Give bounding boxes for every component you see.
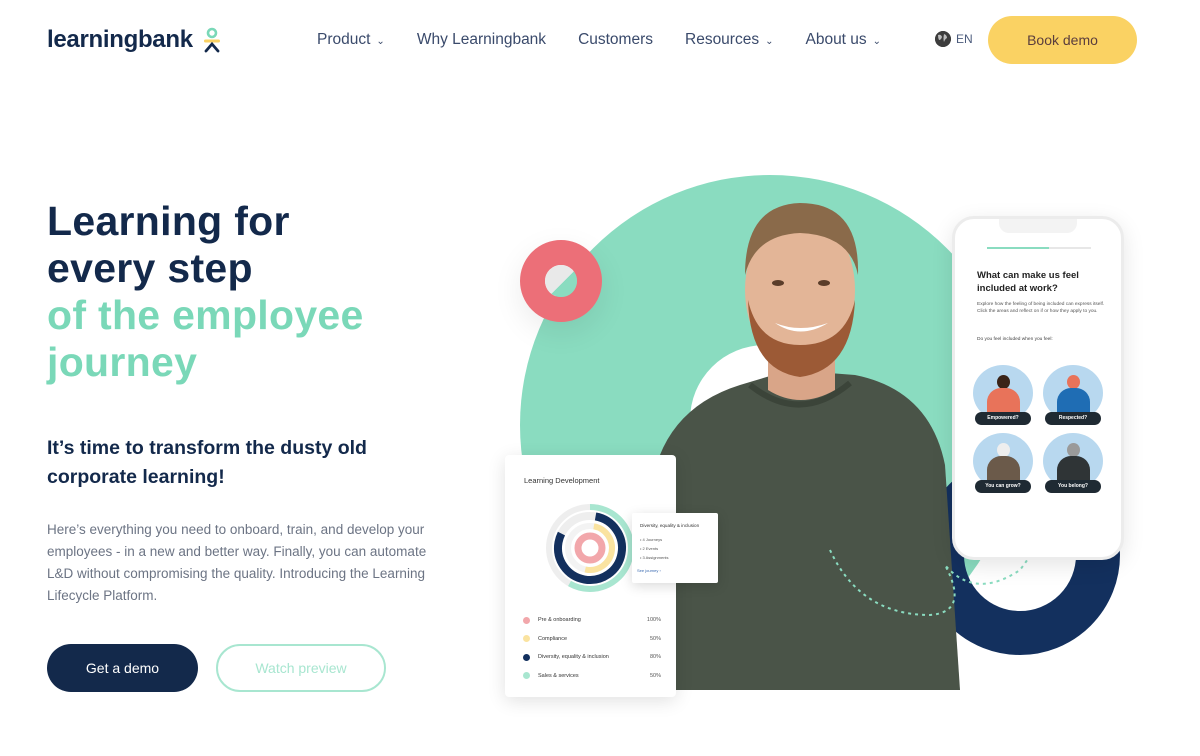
chart-legend: Pre & onboarding 100% Compliance 50% Div…: [523, 611, 661, 685]
globe-icon: [935, 31, 951, 47]
book-demo-button[interactable]: Book demo: [988, 16, 1137, 64]
hero-title-line-3: of the employee: [47, 292, 364, 338]
legend-label: Diversity, equality & inclusion: [538, 654, 609, 661]
tooltip-item: • 2 Events: [640, 546, 659, 551]
language-label: EN: [956, 32, 973, 46]
phone-description: Explore how the feeling of being include…: [977, 302, 1105, 314]
legend-dot: [523, 635, 530, 643]
chevron-down-icon: ⌄: [872, 35, 882, 47]
legend-row: Sales & services 50%: [523, 667, 661, 686]
tooltip-item: • 4 Journeys: [640, 537, 663, 542]
hero-subtitle: It’s time to transform the dusty old cor…: [47, 437, 367, 488]
phone-notch: [999, 219, 1077, 233]
hero-title-line-4: journey: [47, 339, 198, 385]
progress-donut-chart: [546, 504, 634, 592]
legend-row: Compliance 50%: [523, 630, 661, 649]
phone-progress-fill: [987, 247, 1050, 249]
chart-tooltip: Diversity, equality & inclusion • 4 Jour…: [632, 513, 718, 583]
hero-title-line-1: Learning for: [47, 198, 290, 244]
option-label: You belong?: [1045, 480, 1101, 493]
legend-label: Pre & onboarding: [538, 617, 581, 624]
card-title: Learning Development: [524, 476, 600, 485]
get-a-demo-button[interactable]: Get a demo: [47, 644, 198, 692]
option-label: Respected?: [1045, 412, 1101, 425]
nav-why-label: Why Learningbank: [416, 31, 547, 48]
logo-text: learningbank: [47, 26, 193, 53]
see-journey-link[interactable]: See journey ›: [637, 568, 661, 573]
nav-product[interactable]: Product ⌄: [317, 31, 385, 49]
chevron-down-icon: ⌄: [376, 35, 385, 47]
option-respected[interactable]: Respected?: [1043, 365, 1103, 437]
coral-ring-center: [545, 265, 577, 297]
option-empowered[interactable]: Empowered?: [973, 365, 1033, 437]
nav-about-label: About us: [805, 31, 867, 48]
tooltip-item: • 3 Assignments: [640, 555, 669, 560]
option-you-belong[interactable]: You belong?: [1043, 433, 1103, 505]
legend-dot: [523, 653, 530, 661]
legend-value: 80%: [649, 654, 661, 661]
legend-value: 50%: [649, 635, 661, 642]
nav-why-learningbank[interactable]: Why Learningbank: [417, 31, 546, 49]
option-label: You can grow?: [975, 480, 1031, 493]
option-label: Empowered?: [975, 412, 1031, 425]
watch-preview-button[interactable]: Watch preview: [216, 644, 386, 692]
site-header: learningbank Product ⌄ Why Learningbank …: [0, 0, 1200, 80]
nav-customers[interactable]: Customers: [578, 31, 653, 49]
legend-dot: [523, 616, 530, 624]
main-nav: Product ⌄ Why Learningbank Customers Res…: [317, 31, 881, 49]
hero-title-line-2: every step: [47, 245, 253, 291]
nav-resources-label: Resources: [685, 31, 760, 48]
option-you-can-grow[interactable]: You can grow?: [973, 433, 1033, 505]
hero-title: Learning for every step of the employee …: [47, 198, 364, 386]
legend-row: Pre & onboarding 100%: [523, 611, 661, 630]
legend-label: Compliance: [538, 635, 568, 642]
legend-dot: [523, 672, 530, 680]
hero-description: Here’s everything you need to onboard, t…: [47, 522, 427, 603]
language-selector[interactable]: EN: [935, 31, 973, 47]
nav-customers-label: Customers: [578, 31, 653, 48]
tooltip-title: Diversity, equality & inclusion: [640, 523, 700, 528]
logo[interactable]: learningbank: [47, 26, 223, 54]
legend-row: Diversity, equality & inclusion 80%: [523, 648, 661, 667]
phone-progress-bar: [987, 247, 1091, 249]
nav-about-us[interactable]: About us ⌄: [805, 31, 881, 49]
person-logo-icon: [201, 27, 223, 53]
nav-product-label: Product: [317, 31, 371, 48]
legend-value: 100%: [646, 617, 661, 624]
legend-label: Sales & services: [538, 672, 579, 679]
chevron-down-icon: ⌄: [765, 35, 774, 47]
phone-mockup: What can make us feel included at work? …: [952, 216, 1124, 560]
phone-title: What can make us feel included at work?: [977, 270, 1079, 294]
legend-value: 50%: [649, 672, 661, 679]
nav-resources[interactable]: Resources ⌄: [685, 31, 773, 49]
phone-question: Do you feel included when you feel:: [977, 337, 1053, 342]
